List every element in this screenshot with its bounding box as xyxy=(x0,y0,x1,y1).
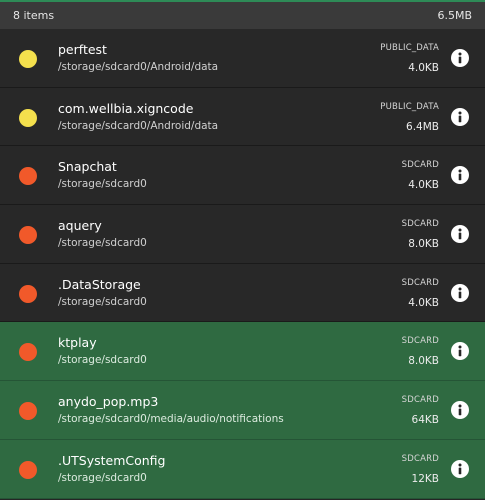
item-path: /storage/sdcard0/media/audio/notificatio… xyxy=(58,413,284,426)
status-dot xyxy=(19,167,37,186)
file-list: perftest /storage/sdcard0/Android/data P… xyxy=(0,29,485,499)
info-icon[interactable] xyxy=(451,342,469,361)
item-name: anydo_pop.mp3 xyxy=(58,394,159,410)
item-storage-type: SDCARD xyxy=(401,453,439,464)
item-count: 8 items xyxy=(13,9,55,22)
item-storage-type: PUBLIC_DATA xyxy=(380,101,439,112)
item-name: .DataStorage xyxy=(58,276,141,292)
item-path: /storage/sdcard0 xyxy=(58,471,147,484)
item-storage-type: SDCARD xyxy=(401,219,439,230)
item-storage-type: PUBLIC_DATA xyxy=(380,43,439,53)
item-size: 4.0KB xyxy=(408,179,439,192)
total-size: 6.5MB xyxy=(437,9,472,22)
status-dot xyxy=(19,284,37,303)
item-size: 4.0KB xyxy=(408,296,439,309)
item-size: 12KB xyxy=(411,472,439,485)
status-dot xyxy=(19,226,37,245)
status-dot xyxy=(19,460,37,479)
info-icon[interactable] xyxy=(451,283,469,302)
status-dot xyxy=(19,50,37,68)
item-name: aquery xyxy=(58,218,102,234)
item-size: 64KB xyxy=(411,414,439,427)
list-item[interactable]: Snapchat /storage/sdcard0 SDCARD 4.0KB xyxy=(0,146,485,206)
list-item[interactable]: ktplay /storage/sdcard0 SDCARD 8.0KB xyxy=(0,322,485,382)
item-path: /storage/sdcard0 xyxy=(58,178,147,191)
item-size: 8.0KB xyxy=(408,355,439,368)
list-header: 8 items 6.5MB xyxy=(0,2,485,29)
item-name: perftest xyxy=(58,42,107,57)
status-dot xyxy=(19,108,37,127)
list-item[interactable]: com.wellbia.xigncode /storage/sdcard0/An… xyxy=(0,87,485,147)
item-name: Snapchat xyxy=(58,159,117,175)
info-icon[interactable] xyxy=(451,401,469,420)
info-icon[interactable] xyxy=(451,225,469,244)
item-path: /storage/sdcard0/Android/data xyxy=(58,61,219,73)
list-item[interactable]: aquery /storage/sdcard0 SDCARD 8.0KB xyxy=(0,205,485,264)
item-size: 6.4MB xyxy=(406,120,439,133)
item-path: /storage/sdcard0 xyxy=(58,354,147,367)
list-item[interactable]: .UTSystemConfig /storage/sdcard0 SDCARD … xyxy=(0,439,485,499)
status-dot xyxy=(19,343,37,362)
item-size: 4.0KB xyxy=(408,62,439,74)
list-item[interactable]: anydo_pop.mp3 /storage/sdcard0/media/aud… xyxy=(0,381,485,440)
item-path: /storage/sdcard0 xyxy=(58,295,147,308)
list-item[interactable]: .DataStorage /storage/sdcard0 SDCARD 4.0… xyxy=(0,263,485,323)
info-icon[interactable] xyxy=(451,459,469,478)
item-name: com.wellbia.xigncode xyxy=(58,100,194,116)
info-icon[interactable] xyxy=(451,107,469,126)
info-icon[interactable] xyxy=(451,49,469,67)
item-name: ktplay xyxy=(58,335,97,351)
item-storage-type: SDCARD xyxy=(401,160,439,171)
item-size: 8.0KB xyxy=(408,238,439,251)
item-storage-type: SDCARD xyxy=(401,277,439,288)
list-item[interactable]: perftest /storage/sdcard0/Android/data P… xyxy=(0,29,485,88)
item-storage-type: SDCARD xyxy=(401,336,439,347)
status-dot xyxy=(19,402,37,421)
item-name: .UTSystemConfig xyxy=(58,452,166,468)
item-path: /storage/sdcard0 xyxy=(58,237,147,250)
info-icon[interactable] xyxy=(451,166,469,185)
item-storage-type: SDCARD xyxy=(401,395,439,406)
item-path: /storage/sdcard0/Android/data xyxy=(58,119,219,132)
